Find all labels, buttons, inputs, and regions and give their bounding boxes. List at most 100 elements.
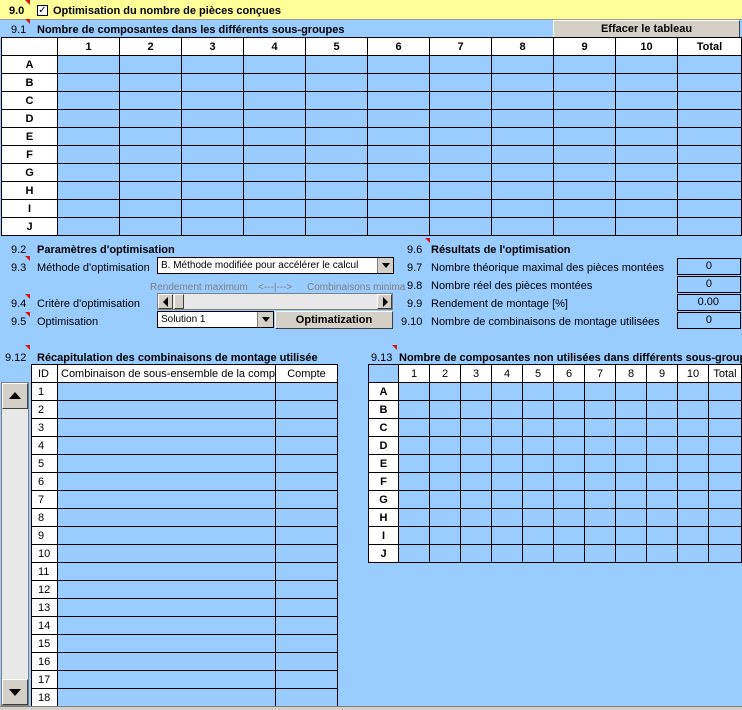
grid-cell[interactable] [522,418,554,437]
grid-cell[interactable] [57,91,120,110]
grid-cell[interactable] [429,544,461,563]
grid-cell[interactable] [491,55,554,74]
grid-cell[interactable] [491,508,523,527]
grid-cell[interactable] [305,163,368,182]
grid-cell[interactable] [398,490,430,509]
grid-cell[interactable] [398,418,430,437]
grid-cell[interactable] [522,400,554,419]
grid-cell[interactable] [553,181,616,200]
grid-cell[interactable] [677,454,709,473]
grid-cell[interactable] [491,199,554,218]
grid-cell[interactable] [615,217,678,236]
grid-cell[interactable] [677,472,709,491]
grid-cell[interactable] [429,145,492,164]
grid-cell[interactable] [243,163,306,182]
grid-cell[interactable] [708,490,742,509]
grid-cell[interactable] [646,490,678,509]
count-cell[interactable] [275,454,338,473]
grid-cell[interactable] [615,181,678,200]
slider-thumb[interactable] [174,294,184,309]
grid-cell[interactable] [243,109,306,128]
grid-cell[interactable] [615,490,647,509]
criterion-slider[interactable] [157,293,393,310]
method-dropdown[interactable]: B. Méthode modifiée pour accélérer le ca… [157,257,394,274]
grid-cell[interactable] [708,526,742,545]
grid-cell[interactable] [553,382,585,401]
grid-cell[interactable] [429,217,492,236]
grid-cell[interactable] [646,400,678,419]
grid-cell[interactable] [646,382,678,401]
grid-cell[interactable] [553,91,616,110]
grid-cell[interactable] [522,436,554,455]
grid-cell[interactable] [615,55,678,74]
grid-cell[interactable] [615,145,678,164]
grid-cell[interactable] [646,454,678,473]
grid-cell[interactable] [646,436,678,455]
grid-cell[interactable] [646,418,678,437]
grid-cell[interactable] [708,472,742,491]
clear-table-button[interactable]: Effacer le tableau [553,20,740,38]
grid-cell[interactable] [57,145,120,164]
grid-cell[interactable] [243,181,306,200]
grid-cell[interactable] [491,127,554,146]
grid-cell[interactable] [646,526,678,545]
grid-cell[interactable] [119,91,182,110]
grid-cell[interactable] [367,91,430,110]
grid-cell[interactable] [429,163,492,182]
grid-cell[interactable] [491,454,523,473]
grid-cell[interactable] [398,400,430,419]
count-cell[interactable] [275,688,338,707]
combination-cell[interactable] [57,670,276,689]
grid-cell[interactable] [677,199,742,218]
grid-cell[interactable] [243,199,306,218]
grid-cell[interactable] [553,145,616,164]
grid-cell[interactable] [615,508,647,527]
dropdown-arrow-icon[interactable] [257,312,273,327]
grid-cell[interactable] [522,382,554,401]
grid-cell[interactable] [429,436,461,455]
grid-cell[interactable] [615,163,678,182]
grid-cell[interactable] [615,436,647,455]
grid-cell[interactable] [429,490,461,509]
grid-cell[interactable] [491,490,523,509]
grid-cell[interactable] [553,454,585,473]
grid-cell[interactable] [398,508,430,527]
grid-cell[interactable] [522,454,554,473]
grid-cell[interactable] [553,472,585,491]
slider-right-arrow-icon[interactable] [377,294,392,309]
grid-cell[interactable] [553,490,585,509]
grid-cell[interactable] [398,436,430,455]
grid-cell[interactable] [708,418,742,437]
grid-cell[interactable] [460,490,492,509]
combination-cell[interactable] [57,436,276,455]
scroll-up-icon[interactable] [2,383,28,409]
grid-cell[interactable] [429,472,461,491]
grid-cell[interactable] [119,55,182,74]
count-cell[interactable] [275,490,338,509]
grid-cell[interactable] [429,454,461,473]
grid-cell[interactable] [553,526,585,545]
grid-cell[interactable] [553,436,585,455]
grid-cell[interactable] [181,181,244,200]
grid-cell[interactable] [491,544,523,563]
grid-cell[interactable] [553,55,616,74]
count-cell[interactable] [275,670,338,689]
grid-cell[interactable] [615,109,678,128]
grid-cell[interactable] [615,91,678,110]
grid-cell[interactable] [398,454,430,473]
grid-cell[interactable] [491,163,554,182]
count-cell[interactable] [275,652,338,671]
combination-cell[interactable] [57,490,276,509]
count-cell[interactable] [275,436,338,455]
combination-cell[interactable] [57,562,276,581]
optimisation-checkbox[interactable]: ✓ [37,5,48,16]
grid-cell[interactable] [460,400,492,419]
grid-cell[interactable] [677,109,742,128]
grid-cell[interactable] [57,109,120,128]
grid-cell[interactable] [615,199,678,218]
grid-cell[interactable] [305,181,368,200]
grid-cell[interactable] [181,199,244,218]
grid-cell[interactable] [646,544,678,563]
combination-cell[interactable] [57,508,276,527]
grid-cell[interactable] [57,163,120,182]
